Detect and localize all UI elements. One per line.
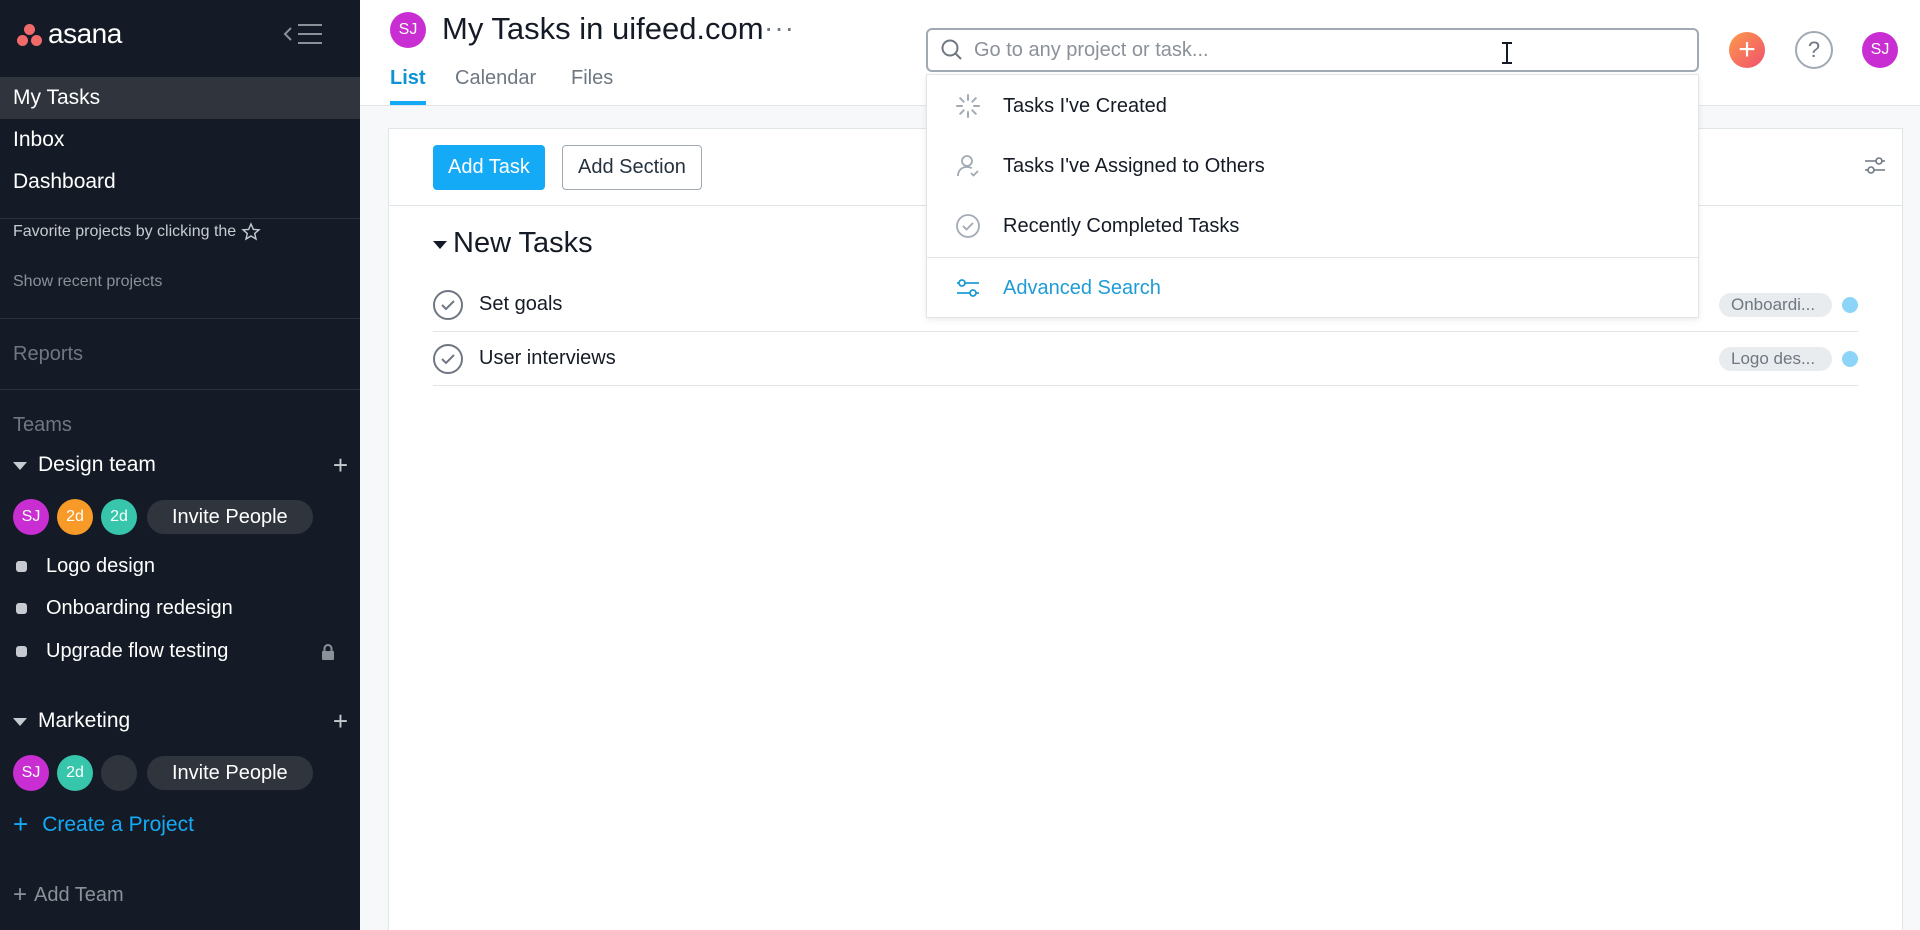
check-circle-icon [955,213,981,239]
create-project-label: Create a Project [42,812,194,836]
lock-icon [322,643,334,660]
complete-task-checkbox[interactable] [433,289,463,320]
sidebar: asana My Tasks Inbox Dashboard Favorite … [0,0,360,930]
sidebar-divider [0,218,360,219]
asana-logo[interactable]: asana [16,18,122,50]
add-task-button[interactable]: Add Task [433,145,545,190]
option-label: Recently Completed Tasks [1003,214,1240,237]
team-members: SJ 2d 2d Invite People [13,499,313,535]
advanced-search-link[interactable]: Advanced Search [927,258,1698,318]
search-dropdown: Tasks I've Created Tasks I've Assigned t… [926,74,1699,318]
tab-calendar[interactable]: Calendar [455,67,536,90]
search-option-tasks-assigned[interactable]: Tasks I've Assigned to Others [927,136,1698,196]
project-tag[interactable]: Logo des... [1719,346,1832,371]
plus-icon: + [13,809,29,839]
complete-task-checkbox[interactable] [433,343,463,374]
sidebar-item-my-tasks[interactable]: My Tasks [0,77,360,119]
sidebar-divider [0,318,360,319]
project-name: Onboarding redesign [46,597,233,619]
avatar[interactable]: SJ [13,755,49,791]
user-avatar[interactable]: SJ [1862,32,1898,68]
sliders-icon [955,275,981,301]
filter-icon[interactable] [1863,155,1887,177]
show-recent-projects-link[interactable]: Show recent projects [13,273,162,291]
help-button[interactable]: ? [1795,31,1833,69]
collapse-sidebar-icon[interactable] [282,20,326,48]
option-label: Tasks I've Assigned to Others [1003,154,1265,177]
section-title: New Tasks [453,227,593,259]
sidebar-project-upgrade-flow-testing[interactable]: Upgrade flow testing [16,640,336,663]
sidebar-project-onboarding-redesign[interactable]: Onboarding redesign [16,597,336,620]
avatar[interactable]: 2d [57,755,93,791]
create-project-link[interactable]: + Create a Project [13,809,194,840]
reports-link[interactable]: Reports [13,343,83,366]
check-icon [441,353,455,364]
favorites-hint-text: Favorite projects by clicking the [13,223,237,240]
spinner-icon [955,93,981,119]
sidebar-item-dashboard[interactable]: Dashboard [0,161,360,203]
add-team-label: Add Team [34,883,124,906]
teams-heading: Teams [13,414,72,436]
option-label: Tasks I've Created [1003,94,1167,117]
caret-down-icon[interactable] [13,462,27,470]
team-name: Design team [38,453,156,476]
add-project-icon[interactable]: + [333,708,348,734]
search-bar[interactable] [926,28,1699,72]
text-cursor-icon [1502,42,1512,64]
task-name[interactable]: User interviews [479,347,1719,370]
add-project-icon[interactable]: + [333,452,348,478]
team-members: SJ 2d Invite People [13,755,313,791]
avatar[interactable]: SJ [390,12,426,48]
project-name: Logo design [46,555,155,577]
favorites-hint: Favorite projects by clicking the [13,222,261,242]
page-title: My Tasks in uifeed.com [442,11,764,46]
more-options-icon[interactable]: ··· [764,12,795,44]
team-name: Marketing [38,709,131,732]
section-header[interactable]: New Tasks [433,227,593,260]
team-design[interactable]: Design team + [13,452,348,478]
project-color-dot [16,603,27,614]
project-tag[interactable]: Onboardi... [1719,292,1832,317]
avatar[interactable]: 2d [57,499,93,535]
sidebar-item-inbox[interactable]: Inbox [0,119,360,161]
person-check-icon [955,153,981,179]
caret-down-icon[interactable] [433,240,447,249]
search-icon [941,39,962,60]
avatar[interactable] [101,755,137,791]
asana-logo-icon [16,21,44,47]
task-row[interactable]: User interviews Logo des... [433,332,1858,386]
logo-text: asana [48,18,122,49]
invite-people-button[interactable]: Invite People [147,500,313,534]
option-label: Advanced Search [1003,276,1161,299]
plus-icon: + [13,881,28,908]
avatar[interactable]: 2d [101,499,137,535]
avatar[interactable]: SJ [13,499,49,535]
add-section-button[interactable]: Add Section [562,145,702,190]
star-icon [241,222,261,241]
add-team-link[interactable]: + Add Team [13,881,124,909]
sidebar-project-logo-design[interactable]: Logo design [16,555,336,578]
project-color-dot [16,646,27,657]
tab-list[interactable]: List [390,67,426,90]
project-color-dot [16,561,27,572]
active-tab-indicator [390,101,426,105]
quick-add-button[interactable]: + [1729,32,1765,68]
project-name: Upgrade flow testing [46,640,229,662]
status-dot [1842,350,1858,367]
search-option-tasks-created[interactable]: Tasks I've Created [927,76,1698,136]
status-dot [1842,296,1858,313]
invite-people-button[interactable]: Invite People [147,756,313,790]
search-option-recently-completed[interactable]: Recently Completed Tasks [927,196,1698,256]
search-input[interactable] [974,38,1674,62]
team-marketing[interactable]: Marketing + [13,708,348,734]
tab-files[interactable]: Files [571,67,613,90]
sidebar-divider [0,389,360,390]
caret-down-icon[interactable] [13,718,27,726]
check-icon [441,299,455,310]
